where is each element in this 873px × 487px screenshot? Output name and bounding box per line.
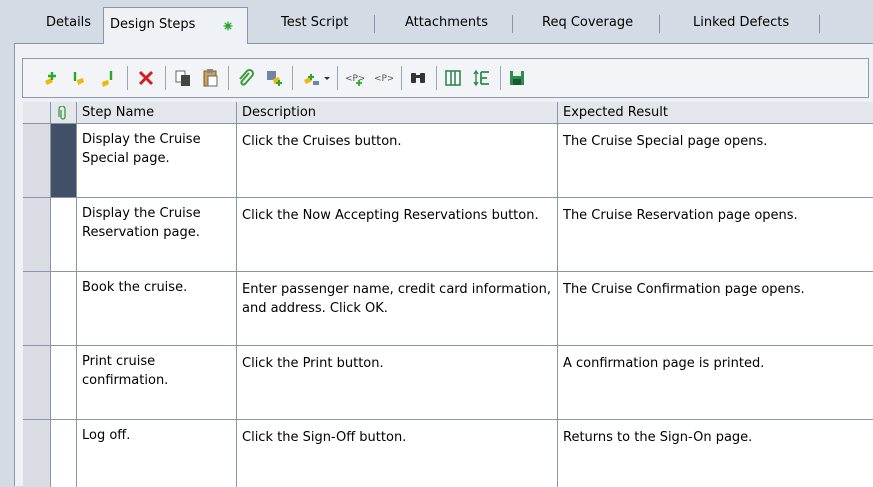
row-header[interactable] — [23, 420, 51, 487]
toolbar-separator — [165, 66, 166, 90]
tab-design-steps[interactable]: Design Steps — [103, 7, 248, 44]
paperclip-icon — [58, 106, 66, 120]
description-cell[interactable]: Click the Now Accepting Reservations but… — [237, 198, 558, 272]
row-header[interactable] — [23, 272, 51, 346]
description-cell[interactable]: Click the Print button. — [237, 346, 558, 420]
delete-button[interactable] — [136, 68, 156, 88]
adjust-height-icon — [473, 69, 489, 87]
tab-req-coverage-label: Req Coverage — [542, 15, 634, 30]
row-header[interactable] — [23, 124, 51, 198]
paste-button[interactable] — [201, 68, 221, 88]
tab-test-script[interactable]: Test Script — [253, 12, 375, 36]
column-header-step-name[interactable]: Step Name — [77, 102, 237, 124]
select-columns-icon — [445, 70, 461, 86]
tab-attachments[interactable]: Attachments — [375, 12, 513, 36]
expected-result-cell[interactable]: Returns to the Sign-On page. — [558, 420, 873, 487]
attachment-cell[interactable] — [51, 198, 77, 272]
description-cell[interactable]: Enter passenger name, credit card inform… — [237, 272, 558, 346]
tab-test-script-label: Test Script — [281, 15, 349, 30]
find-icon — [411, 73, 425, 83]
tab-linked-defects[interactable]: Linked Defects — [660, 12, 820, 36]
tab-strip: Details Design Steps Test Script Attachm… — [0, 0, 873, 48]
adjust-height-button[interactable] — [472, 68, 492, 88]
step-name-cell[interactable]: Display the Cruise Reservation page. — [77, 198, 237, 272]
expected-result-cell[interactable]: A confirmation page is printed. — [558, 346, 873, 420]
insert-before-icon — [73, 72, 84, 85]
description-cell[interactable]: Click the Sign-Off button. — [237, 420, 558, 487]
step-name-cell[interactable]: Display the Cruise Special page. — [77, 124, 237, 198]
expected-result-cell[interactable]: The Cruise Special page opens. — [558, 124, 873, 198]
parameters-button[interactable]: <P> — [373, 68, 393, 88]
tab-details[interactable]: Details — [40, 12, 104, 36]
toolbar-separator — [127, 66, 128, 90]
attachment-icon — [239, 68, 255, 86]
select-columns-button[interactable] — [443, 68, 463, 88]
insert-before-button[interactable] — [69, 68, 89, 88]
insert-parameter-button[interactable]: <P> — [344, 68, 364, 88]
toolbar-separator — [436, 66, 437, 90]
insert-after-button[interactable] — [98, 68, 118, 88]
expected-result-cell[interactable]: The Cruise Confirmation page opens. — [558, 272, 873, 346]
description-cell[interactable]: Click the Cruises button. — [237, 124, 558, 198]
insert-parameter-icon: <P> — [345, 74, 364, 86]
expected-result-cell[interactable]: The Cruise Reservation page opens. — [558, 198, 873, 272]
attachment-cell[interactable] — [51, 346, 77, 420]
design-steps-grid: Step Name Description Expected Result Di… — [23, 102, 873, 487]
toolbar-separator — [401, 66, 402, 90]
insert-after-icon — [102, 71, 113, 87]
attachment-cell[interactable] — [51, 272, 77, 346]
column-header-expected-result[interactable]: Expected Result — [558, 102, 873, 124]
tab-attachments-label: Attachments — [405, 15, 488, 30]
paste-icon — [203, 69, 218, 87]
save-button[interactable] — [507, 68, 527, 88]
tab-details-label: Details — [46, 15, 92, 30]
copy-button[interactable] — [173, 68, 193, 88]
toolbar-separator — [500, 66, 501, 90]
toolbar-separator — [228, 66, 229, 90]
step-name-cell[interactable]: Log off. — [77, 420, 237, 487]
generate-script-dropdown-icon — [304, 74, 330, 85]
delete-icon — [138, 70, 154, 86]
call-test-button[interactable] — [264, 68, 284, 88]
find-button[interactable] — [408, 68, 428, 88]
row-header[interactable] — [23, 198, 51, 272]
call-test-icon — [267, 71, 282, 86]
column-header-description[interactable]: Description — [237, 102, 558, 124]
attachment-button[interactable] — [235, 68, 255, 88]
toolbar-separator — [337, 66, 338, 90]
attachment-cell[interactable] — [51, 420, 77, 487]
tab-separator — [819, 15, 820, 33]
attachment-column-header[interactable] — [51, 102, 77, 124]
tab-design-steps-label: Design Steps — [110, 17, 196, 32]
step-name-cell[interactable]: Book the cruise. — [77, 272, 237, 346]
design-steps-panel: <P> <P> Step Name Description Expected R… — [14, 43, 873, 487]
tab-linked-defects-label: Linked Defects — [693, 15, 790, 30]
selected-row-marker[interactable] — [51, 124, 77, 198]
copy-icon — [175, 70, 190, 86]
tab-req-coverage[interactable]: Req Coverage — [513, 12, 660, 36]
row-header-corner — [23, 102, 51, 124]
svg-text:<P>: <P> — [374, 74, 393, 84]
row-header[interactable] — [23, 346, 51, 420]
save-icon — [510, 71, 524, 85]
parameters-icon: <P> — [374, 74, 393, 84]
new-step-button[interactable] — [41, 68, 61, 88]
green-star-icon — [223, 21, 233, 31]
toolbar-separator — [292, 66, 293, 90]
step-name-cell[interactable]: Print cruise confirmation. — [77, 346, 237, 420]
generate-script-dropdown[interactable] — [301, 68, 331, 88]
new-step-icon — [45, 72, 56, 85]
toolbar: <P> <P> — [22, 58, 869, 98]
